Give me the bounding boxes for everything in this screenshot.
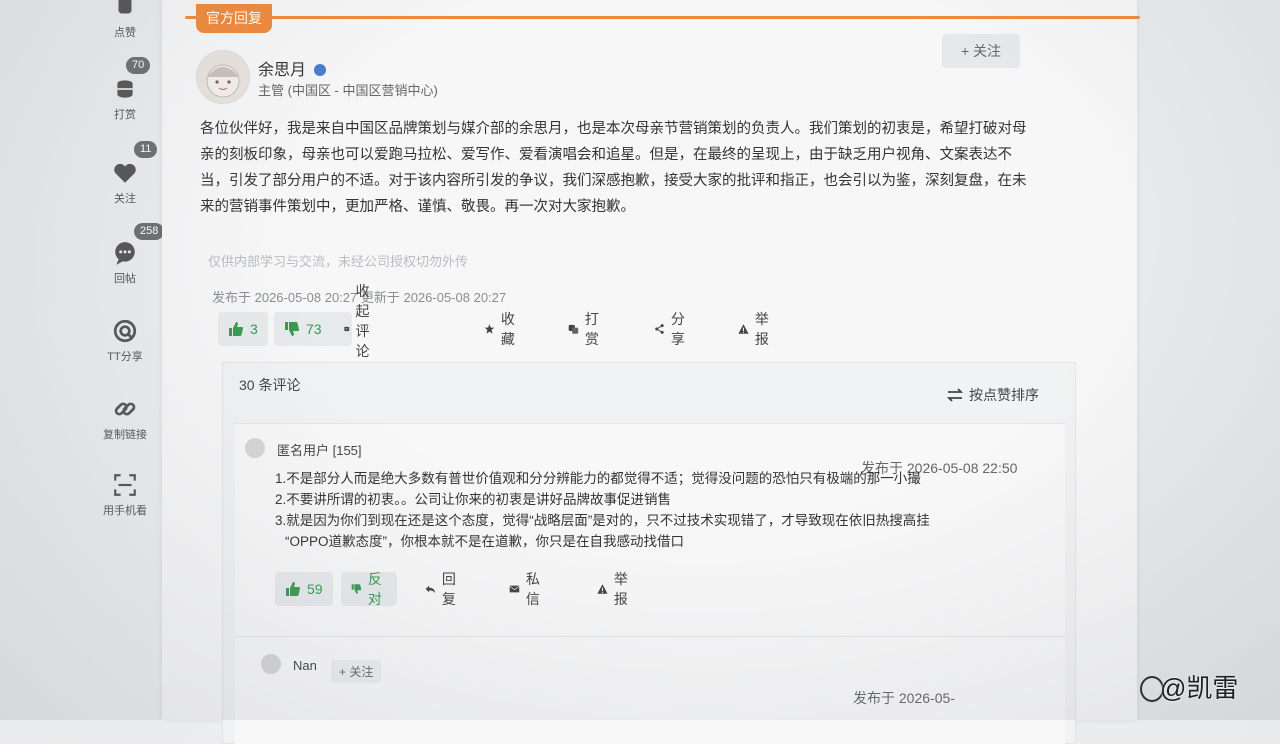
comment-username[interactable]: Nan [293,658,317,673]
comment-list: 匿名用户 [155] 发布于 2026-05-08 22:50 1.不是部分人而… [235,423,1065,744]
rail-item-like[interactable]: 点赞 [90,0,160,40]
comment-box-icon [344,326,350,332]
rail-item-follow[interactable]: 关注 [90,160,160,206]
comment-reply-button[interactable]: 回复 [425,571,461,607]
comment-message-button[interactable]: 私信 [509,571,545,607]
internal-notice: 仅供内部学习与交流，未经公司授权切勿外传 [208,254,469,269]
warning-icon [738,324,749,334]
reward-count-badge: 11 [134,141,158,158]
comment-count: 30 条评论 [239,377,301,393]
comment-against-button[interactable]: 反对 [341,571,397,607]
comments-panel: 30 条评论 按点赞排序 匿名用户 [155] 发布于 2026-05-08 2… [222,362,1076,744]
watermark: @凯雷 [1160,673,1239,703]
coins-icon [568,324,579,334]
follow-button[interactable]: + 关注 [942,34,1020,68]
report-button[interactable]: 举报 [738,311,774,347]
like-button[interactable]: 3 [218,312,268,346]
rail-item-copy-link[interactable]: 复制链接 [90,396,160,442]
collapse-comments-button[interactable]: 收起评论 30 [344,283,382,377]
share-icon [655,324,664,334]
link-icon [114,402,136,416]
rail-item-reward[interactable]: 打赏 [90,76,160,122]
chat-icon [115,242,135,265]
share-button[interactable]: 分享 [654,311,690,347]
comment-avatar[interactable] [261,654,281,674]
rail-item-tt-share[interactable]: TT分享 [90,318,160,364]
author-title: 主管 (中国区 - 中国区营销中心) [258,83,438,98]
post-body: 各位伙伴好，我是来自中国区品牌策划与媒介部的余思月，也是本次母亲节营销策划的负责… [200,121,1027,215]
comment-username[interactable]: 匿名用户 [155] [277,440,362,459]
comment-avatar[interactable] [245,438,265,458]
comment-text: 1.不是部分人而是绝大多数有普世价值观和分分辨能力的都觉得不适；觉得没问题的恐怕… [275,471,930,549]
follow-count-badge: 258 [134,223,165,240]
coins-icon [117,80,133,98]
comment-report-button[interactable]: 举报 [597,571,633,607]
avatar-illustration-icon [206,64,240,98]
comment-like-button[interactable]: 59 [275,572,333,606]
reward-button[interactable]: 打赏 [568,311,604,347]
comment-divider [235,636,1065,637]
rail-item-reply[interactable]: 回帖 [90,240,160,286]
comment-follow-button[interactable]: + 关注 [331,660,382,683]
author-avatar[interactable] [196,50,250,104]
verified-badge-icon [314,64,327,76]
author-name[interactable]: 余思月 [258,56,327,80]
favorite-button[interactable]: 收藏 [484,311,520,347]
scan-icon [114,474,136,496]
comment-timestamp: 发布于 2026-05- [853,690,955,706]
thumb-up-icon [286,582,300,596]
thumb-up-icon [229,322,243,336]
mail-icon [509,585,520,593]
star-icon [484,324,495,334]
sort-by-likes-button[interactable]: 按点赞排序 [947,385,1039,405]
heart-icon [114,163,136,183]
thumb-down-icon [285,322,299,336]
official-divider [185,16,1140,19]
share-circle-icon [113,319,137,343]
like-count-badge: 70 [126,57,151,74]
official-reply-tag: 官方回复 [196,4,272,33]
left-action-rail: 点赞 70 打赏 11 关注 258 回帖 TT分享 复制链接 用手机看 [90,0,165,720]
sort-arrows-icon [947,388,963,402]
dislike-button[interactable]: 73 [274,312,352,346]
thumb-down-icon [351,584,362,594]
thumb-icon [118,0,132,14]
rail-item-mobile-view[interactable]: 用手机看 [90,472,160,518]
reply-arrow-icon [425,585,436,594]
warning-icon [597,584,608,594]
